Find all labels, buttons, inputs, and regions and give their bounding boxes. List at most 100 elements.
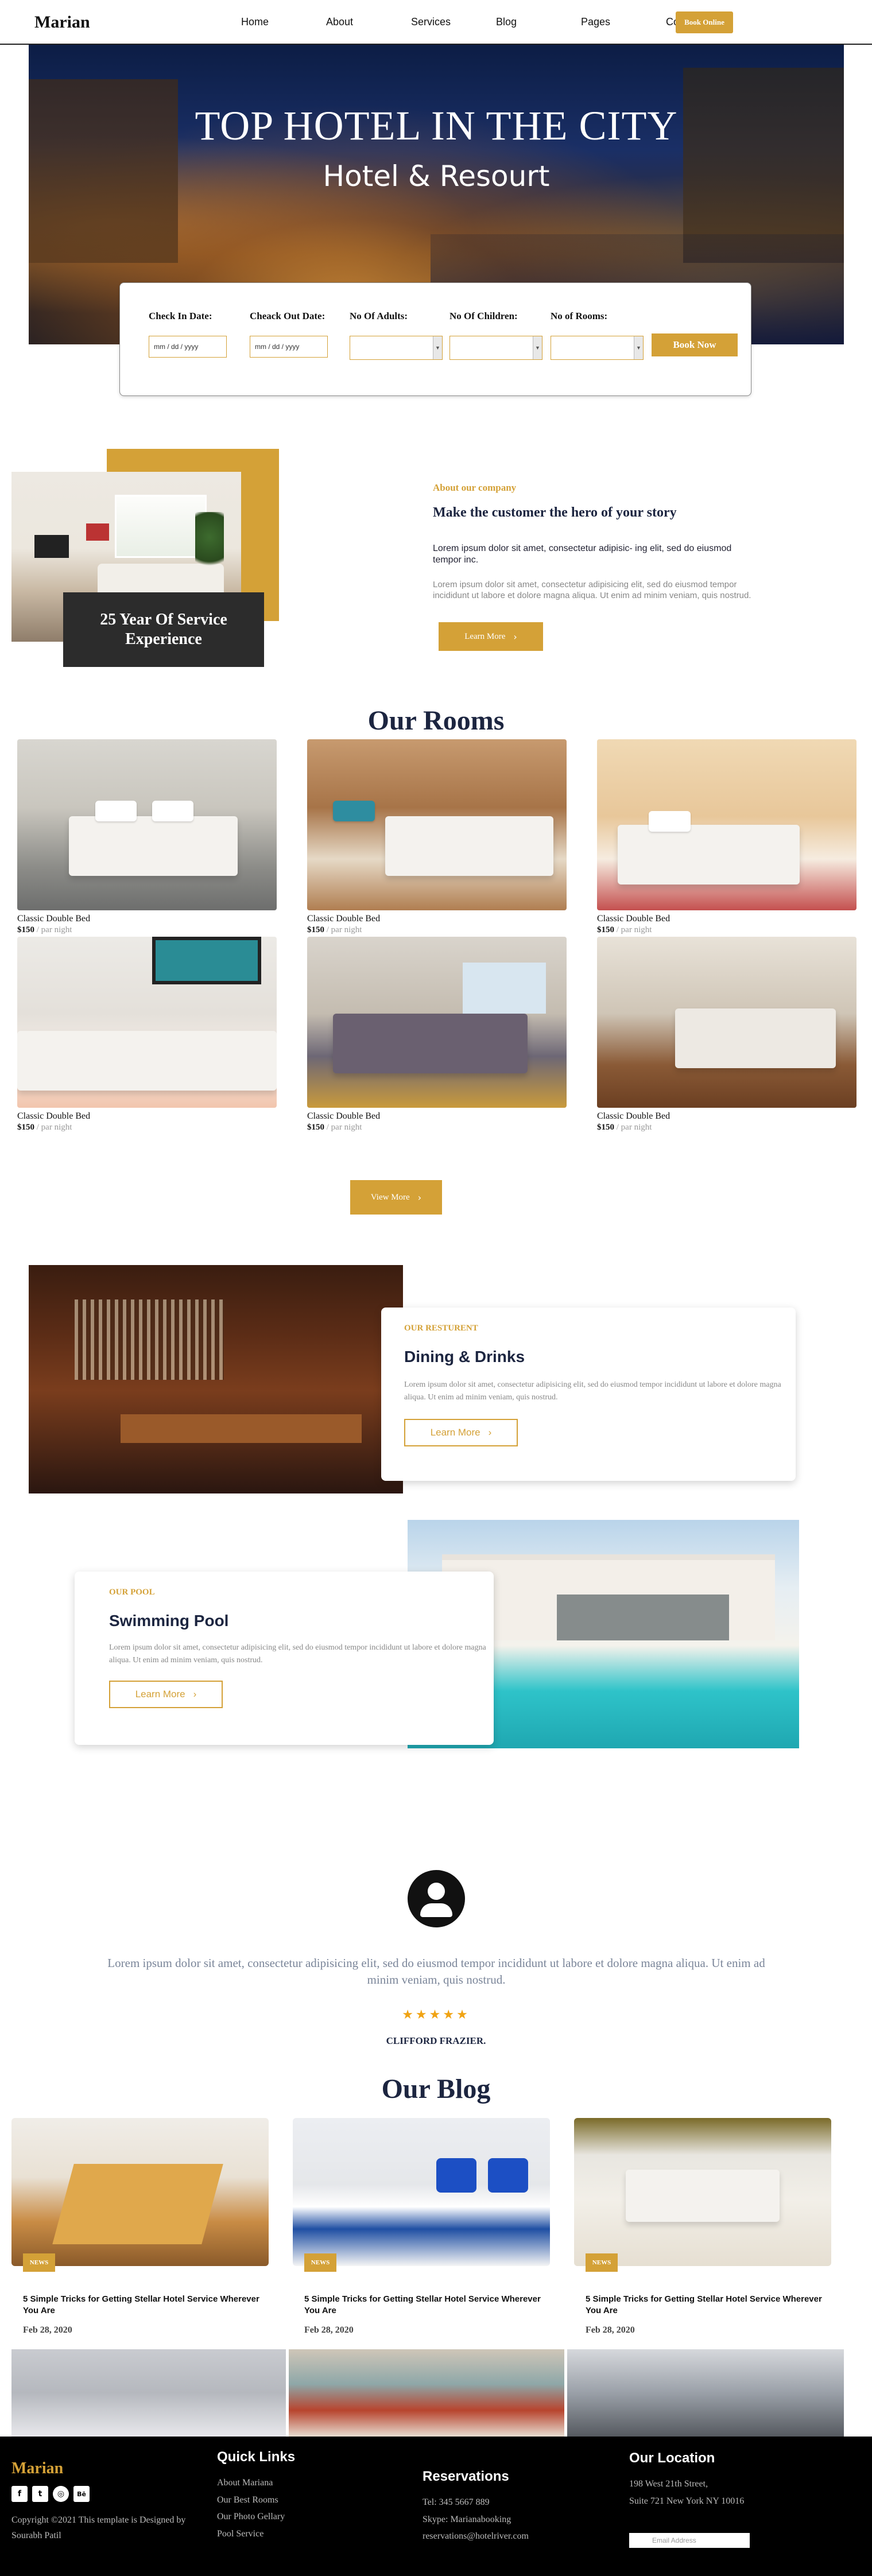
price-value: $150 [597, 1123, 614, 1132]
bar-shelves-shape [75, 1299, 224, 1380]
hero-title: TOP HOTEL IN THE CITY [195, 103, 678, 149]
globe-icon[interactable]: ◎ [53, 2486, 69, 2502]
footer-link[interactable]: Our Best Rooms [217, 2492, 285, 2509]
blog-post-date: Feb 28, 2020 [586, 2325, 635, 2335]
pillow-shape [152, 801, 194, 822]
location-address: 198 West 21th Street, Suite 721 New York… [629, 2476, 744, 2509]
footer-link[interactable]: Pool Service [217, 2525, 285, 2543]
reservation-phone[interactable]: Tel: 345 5667 889 [423, 2494, 529, 2511]
adults-select[interactable]: ▼ [350, 336, 443, 360]
address-line: 198 West 21th Street, [629, 2479, 708, 2489]
blog-post-date: Feb 28, 2020 [23, 2325, 72, 2335]
button-label: Learn More [464, 631, 506, 641]
blog-image [293, 2118, 550, 2266]
bed-shape [333, 1014, 528, 1074]
blog-post-title[interactable]: 5 Simple Tricks for Getting Stellar Hote… [11, 2294, 269, 2316]
quick-links-list: About Mariana Our Best Rooms Our Photo G… [217, 2474, 285, 2542]
blog-post-title[interactable]: 5 Simple Tricks for Getting Stellar Hote… [574, 2294, 831, 2316]
rooms-title: Our Rooms [367, 705, 505, 736]
bed-shape [618, 825, 800, 885]
children-select[interactable]: ▼ [449, 336, 542, 360]
gallery-image [567, 2349, 844, 2437]
button-label: Learn More [430, 1427, 480, 1438]
news-tag[interactable]: NEWS [23, 2253, 55, 2272]
blog-post-title[interactable]: 5 Simple Tricks for Getting Stellar Hote… [293, 2294, 550, 2316]
brand-logo[interactable]: Marian [34, 13, 90, 32]
chevron-right-icon: › [488, 1427, 492, 1438]
pool-card: OUR POOL Swimming Pool Lorem ipsum dolor… [75, 1572, 494, 1745]
bed-shape [17, 1030, 277, 1091]
nav-link-pages[interactable]: Pages [581, 16, 666, 28]
room-card[interactable]: Classic Double Bed $150 / par night [307, 937, 567, 1132]
facebook-icon[interactable]: f [11, 2486, 28, 2502]
sandwich-shape [52, 2164, 223, 2244]
blog-card[interactable]: NEWS 5 Simple Tricks for Getting Stellar… [293, 2118, 550, 2336]
pool-learn-more-button[interactable]: Learn More › [109, 1681, 223, 1708]
pillow-shape [649, 811, 691, 832]
chevron-down-icon: ▼ [533, 336, 542, 359]
newsletter-email-input[interactable]: Email Address [629, 2533, 750, 2548]
nav-link-about[interactable]: About [326, 16, 411, 28]
chevron-right-icon: › [513, 631, 517, 642]
about-learn-more-button[interactable]: Learn More › [439, 622, 543, 651]
room-name: Classic Double Bed [17, 1111, 91, 1121]
copyright-text: Copyright ©2021 This template is Designe… [11, 2515, 186, 2541]
about-paragraph-2: Lorem ipsum dolor sit amet, consectetur … [433, 580, 751, 600]
twitter-icon[interactable]: t [32, 2486, 48, 2502]
avatar-head-shape [428, 1883, 445, 1900]
pillow-shape [333, 801, 375, 822]
price-unit: / par night [614, 925, 652, 934]
quick-links-title: Quick Links [217, 2449, 296, 2465]
room-card[interactable]: Classic Double Bed $150 / par night [17, 937, 277, 1132]
bed-shape [69, 816, 238, 876]
social-links: f t ◎ Bē [11, 2486, 90, 2502]
blog-image [574, 2118, 831, 2266]
checkin-date-input[interactable]: mm / dd / yyyy [149, 336, 227, 358]
address-line: Suite 721 New York NY 10016 [629, 2496, 745, 2506]
experience-badge: 25 Year Of Service Experience [63, 592, 264, 667]
blog-card[interactable]: NEWS 5 Simple Tricks for Getting Stellar… [11, 2118, 269, 2336]
room-card[interactable]: Classic Double Bed $150 / par night [17, 739, 277, 935]
view-more-button[interactable]: View More › [350, 1180, 442, 1215]
room-card[interactable]: Classic Double Bed $150 / par night [597, 739, 857, 935]
room-image [17, 739, 277, 910]
bed-shape [625, 2170, 780, 2222]
behance-icon[interactable]: Bē [73, 2486, 90, 2502]
room-price: $150 / par night [307, 925, 567, 935]
news-tag[interactable]: NEWS [304, 2253, 336, 2272]
chevron-down-icon: ▼ [634, 336, 643, 359]
footer-link[interactable]: About Mariana [217, 2474, 285, 2492]
star-rating-icon: ★★★★★ [402, 2008, 470, 2022]
restaurant-learn-more-button[interactable]: Learn More › [404, 1419, 518, 1446]
gallery-image [11, 2349, 286, 2437]
blog-image [11, 2118, 269, 2266]
price-value: $150 [17, 925, 34, 934]
restaurant-title: Dining & Drinks [404, 1348, 525, 1365]
checkout-date-input[interactable]: mm / dd / yyyy [250, 336, 328, 358]
about-paragraph-1: Lorem ipsum dolor sit amet, consectetur … [433, 544, 732, 565]
pool-kicker: OUR POOL [109, 1588, 155, 1597]
footer-brand[interactable]: Marian [11, 2459, 63, 2478]
rooms-select[interactable]: ▼ [551, 336, 644, 360]
book-now-button[interactable]: Book Now [652, 333, 738, 356]
room-image [307, 739, 567, 910]
nav-link-home[interactable]: Home [241, 16, 326, 28]
checkin-label: Check In Date: [149, 311, 212, 321]
wall-art-shape [86, 523, 109, 541]
footer-link[interactable]: Our Photo Gellary [217, 2508, 285, 2525]
button-label: View More [370, 1192, 410, 1202]
reservation-skype[interactable]: Skype: Marianabooking [423, 2511, 529, 2528]
hero-subtitle: Hotel & Resourt [323, 160, 550, 193]
nav-link-services[interactable]: Services [411, 16, 496, 28]
blog-card[interactable]: NEWS 5 Simple Tricks for Getting Stellar… [574, 2118, 831, 2336]
reservation-email[interactable]: reservations@hotelriver.com [423, 2528, 529, 2545]
news-tag[interactable]: NEWS [586, 2253, 618, 2272]
price-value: $150 [307, 1123, 324, 1132]
villa-window-shape [557, 1595, 729, 1640]
room-card[interactable]: Classic Double Bed $150 / par night [307, 739, 567, 935]
room-card[interactable]: Classic Double Bed $150 / par night [597, 937, 857, 1132]
about-kicker: About our company [433, 482, 517, 493]
wall-painting-shape [152, 937, 261, 985]
nav-link-blog[interactable]: Blog [496, 16, 581, 28]
book-online-button[interactable]: Book Online [676, 11, 733, 33]
